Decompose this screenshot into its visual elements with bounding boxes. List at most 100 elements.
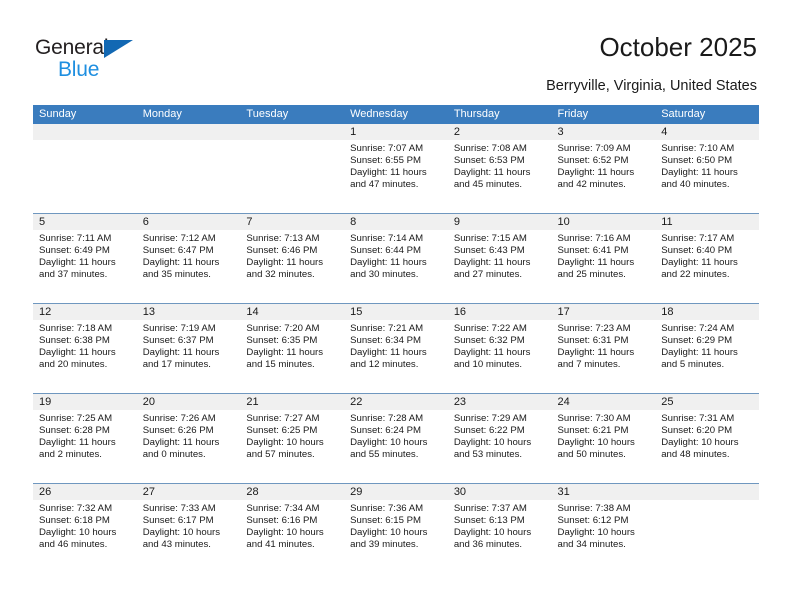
daylight-text: Daylight: 11 hours and 15 minutes. <box>246 346 324 370</box>
daylight-text: Daylight: 10 hours and 55 minutes. <box>350 436 428 460</box>
calendar-day-cell-empty <box>33 124 137 213</box>
weekday-header-thursday: Thursday <box>453 108 500 120</box>
general-blue-logo[interactable]: General Blue <box>35 36 155 82</box>
daylight-text: Daylight: 10 hours and 50 minutes. <box>557 436 635 460</box>
day-details: Sunrise: 7:26 AM Sunset: 6:26 PM Daylight:… <box>137 410 241 461</box>
sunset-text: Sunset: 6:21 PM <box>557 424 629 436</box>
daylight-text: Daylight: 11 hours and 42 minutes. <box>557 166 635 190</box>
calendar-day-cell[interactable]: 20 Sunrise: 7:26 AM Sunset: 6:26 PM Dayligh… <box>136 394 241 483</box>
calendar-day-cell[interactable]: 17 Sunrise: 7:23 AM Sunset: 6:31 PM Dayligh… <box>551 304 656 393</box>
day-details: Sunrise: 7:21 AM Sunset: 6:34 PM Daylight:… <box>344 320 448 371</box>
sunset-text: Sunset: 6:16 PM <box>246 514 318 526</box>
sunset-text: Sunset: 6:32 PM <box>453 334 525 346</box>
day-details: Sunrise: 7:23 AM Sunset: 6:31 PM Daylight:… <box>552 320 656 371</box>
daylight-text: Daylight: 10 hours and 48 minutes. <box>661 436 739 460</box>
sunset-text: Sunset: 6:15 PM <box>350 514 422 526</box>
day-number <box>136 124 241 140</box>
calendar-day-cell[interactable]: 16 Sunrise: 7:22 AM Sunset: 6:32 PM Dayligh… <box>447 304 552 393</box>
sunrise-text: Sunrise: 7:08 AM <box>453 143 527 154</box>
day-details: Sunrise: 7:38 AM Sunset: 6:12 PM Daylight:… <box>552 500 656 551</box>
calendar-day-cell[interactable]: 12 Sunrise: 7:18 AM Sunset: 6:38 PM Dayligh… <box>33 304 137 393</box>
calendar-day-cell[interactable]: 24 Sunrise: 7:30 AM Sunset: 6:21 PM Dayligh… <box>551 394 656 483</box>
daylight-text: Daylight: 11 hours and 0 minutes. <box>142 436 220 460</box>
daylight-text: Daylight: 11 hours and 27 minutes. <box>453 256 531 280</box>
sunset-text: Sunset: 6:38 PM <box>39 334 110 346</box>
day-number: 17 <box>551 304 656 320</box>
sunrise-text: Sunrise: 7:33 AM <box>142 503 216 514</box>
day-details: Sunrise: 7:14 AM Sunset: 6:44 PM Daylight:… <box>344 230 448 281</box>
day-details: Sunrise: 7:32 AM Sunset: 6:18 PM Daylight:… <box>33 500 137 551</box>
weekday-header-sunday: Sunday <box>39 108 77 120</box>
daylight-text: Daylight: 11 hours and 37 minutes. <box>39 256 116 280</box>
sunrise-text: Sunrise: 7:17 AM <box>661 233 735 244</box>
calendar-week-row: 5 Sunrise: 7:11 AM Sunset: 6:49 PM Daylight… <box>33 213 759 303</box>
calendar-day-cell[interactable]: 25 Sunrise: 7:31 AM Sunset: 6:20 PM Dayligh… <box>655 394 759 483</box>
calendar-day-cell[interactable]: 21 Sunrise: 7:27 AM Sunset: 6:25 PM Dayligh… <box>240 394 345 483</box>
sunrise-text: Sunrise: 7:18 AM <box>39 323 113 334</box>
sunset-text: Sunset: 6:24 PM <box>350 424 422 436</box>
calendar-day-cell[interactable]: 31 Sunrise: 7:38 AM Sunset: 6:12 PM Dayligh… <box>551 484 656 573</box>
day-number: 5 <box>33 214 137 230</box>
day-number: 16 <box>447 304 552 320</box>
daylight-text: Daylight: 11 hours and 25 minutes. <box>557 256 635 280</box>
day-details: Sunrise: 7:10 AM Sunset: 6:50 PM Daylight:… <box>655 140 759 191</box>
sunset-text: Sunset: 6:53 PM <box>453 154 525 166</box>
page-subtitle-location: Berryville, Virginia, United States <box>546 78 757 94</box>
calendar-day-cell[interactable]: 3 Sunrise: 7:09 AM Sunset: 6:52 PM Daylight… <box>551 124 656 213</box>
calendar-day-cell[interactable]: 28 Sunrise: 7:34 AM Sunset: 6:16 PM Dayligh… <box>240 484 345 573</box>
day-number: 24 <box>551 394 656 410</box>
daylight-text: Daylight: 11 hours and 7 minutes. <box>557 346 635 370</box>
logo-triangle-icon <box>104 40 133 58</box>
calendar-day-cell[interactable]: 7 Sunrise: 7:13 AM Sunset: 6:46 PM Daylight… <box>240 214 345 303</box>
calendar-day-cell[interactable]: 9 Sunrise: 7:15 AM Sunset: 6:43 PM Daylight… <box>447 214 552 303</box>
calendar-day-cell[interactable]: 27 Sunrise: 7:33 AM Sunset: 6:17 PM Dayligh… <box>136 484 241 573</box>
daylight-text: Daylight: 10 hours and 36 minutes. <box>453 526 532 550</box>
day-number: 23 <box>447 394 552 410</box>
calendar-day-cell[interactable]: 19 Sunrise: 7:25 AM Sunset: 6:28 PM Dayligh… <box>33 394 137 483</box>
calendar-day-cell[interactable]: 11 Sunrise: 7:17 AM Sunset: 6:40 PM Dayligh… <box>655 214 759 303</box>
calendar-day-cell[interactable]: 15 Sunrise: 7:21 AM Sunset: 6:34 PM Dayligh… <box>344 304 448 393</box>
calendar-day-cell[interactable]: 6 Sunrise: 7:12 AM Sunset: 6:47 PM Daylight… <box>136 214 241 303</box>
day-details: Sunrise: 7:37 AM Sunset: 6:13 PM Daylight:… <box>448 500 552 551</box>
day-details: Sunrise: 7:29 AM Sunset: 6:22 PM Daylight:… <box>448 410 552 461</box>
sunset-text: Sunset: 6:55 PM <box>350 154 422 166</box>
calendar-day-cell[interactable]: 10 Sunrise: 7:16 AM Sunset: 6:41 PM Dayligh… <box>551 214 656 303</box>
day-number: 7 <box>240 214 345 230</box>
calendar-day-cell[interactable]: 22 Sunrise: 7:28 AM Sunset: 6:24 PM Dayligh… <box>344 394 448 483</box>
sunrise-text: Sunrise: 7:22 AM <box>453 323 527 334</box>
daylight-text: Daylight: 11 hours and 10 minutes. <box>453 346 531 370</box>
calendar-weeks: 1 Sunrise: 7:07 AM Sunset: 6:55 PM Daylight… <box>33 124 759 573</box>
calendar-day-cell[interactable]: 30 Sunrise: 7:37 AM Sunset: 6:13 PM Dayligh… <box>447 484 552 573</box>
daylight-text: Daylight: 10 hours and 43 minutes. <box>142 526 221 550</box>
calendar-day-cell[interactable]: 4 Sunrise: 7:10 AM Sunset: 6:50 PM Daylight… <box>655 124 759 213</box>
day-number: 31 <box>551 484 656 500</box>
calendar-week-row: 12 Sunrise: 7:18 AM Sunset: 6:38 PM Dayligh… <box>33 303 759 393</box>
day-details: Sunrise: 7:20 AM Sunset: 6:35 PM Daylight:… <box>240 320 344 371</box>
calendar-day-cell[interactable]: 26 Sunrise: 7:32 AM Sunset: 6:18 PM Dayligh… <box>33 484 137 573</box>
sunset-text: Sunset: 6:50 PM <box>661 154 733 166</box>
sunrise-text: Sunrise: 7:30 AM <box>557 413 631 424</box>
daylight-text: Daylight: 11 hours and 2 minutes. <box>39 436 116 460</box>
sunset-text: Sunset: 6:13 PM <box>453 514 525 526</box>
sunrise-text: Sunrise: 7:11 AM <box>39 233 112 244</box>
calendar-week-row: 19 Sunrise: 7:25 AM Sunset: 6:28 PM Dayligh… <box>33 393 759 483</box>
daylight-text: Daylight: 11 hours and 47 minutes. <box>350 166 427 190</box>
sunrise-text: Sunrise: 7:26 AM <box>142 413 216 424</box>
calendar-day-cell[interactable]: 18 Sunrise: 7:24 AM Sunset: 6:29 PM Dayligh… <box>655 304 759 393</box>
daylight-text: Daylight: 10 hours and 34 minutes. <box>557 526 635 550</box>
day-details: Sunrise: 7:27 AM Sunset: 6:25 PM Daylight:… <box>240 410 344 461</box>
calendar-day-cell[interactable]: 5 Sunrise: 7:11 AM Sunset: 6:49 PM Daylight… <box>33 214 137 303</box>
calendar-day-cell[interactable]: 8 Sunrise: 7:14 AM Sunset: 6:44 PM Daylight… <box>344 214 448 303</box>
sunset-text: Sunset: 6:40 PM <box>661 244 733 256</box>
sunset-text: Sunset: 6:47 PM <box>142 244 214 256</box>
calendar-day-cell[interactable]: 23 Sunrise: 7:29 AM Sunset: 6:22 PM Dayligh… <box>447 394 552 483</box>
calendar-day-cell[interactable]: 29 Sunrise: 7:36 AM Sunset: 6:15 PM Dayligh… <box>344 484 448 573</box>
calendar-day-cell[interactable]: 14 Sunrise: 7:20 AM Sunset: 6:35 PM Dayligh… <box>240 304 345 393</box>
day-number: 14 <box>240 304 345 320</box>
calendar-day-cell[interactable]: 13 Sunrise: 7:19 AM Sunset: 6:37 PM Dayligh… <box>136 304 241 393</box>
sunset-text: Sunset: 6:43 PM <box>453 244 525 256</box>
sunrise-text: Sunrise: 7:19 AM <box>142 323 216 334</box>
sunrise-text: Sunrise: 7:23 AM <box>557 323 631 334</box>
calendar-day-cell[interactable]: 1 Sunrise: 7:07 AM Sunset: 6:55 PM Daylight… <box>344 124 448 213</box>
calendar-day-cell[interactable]: 2 Sunrise: 7:08 AM Sunset: 6:53 PM Daylight… <box>447 124 552 213</box>
